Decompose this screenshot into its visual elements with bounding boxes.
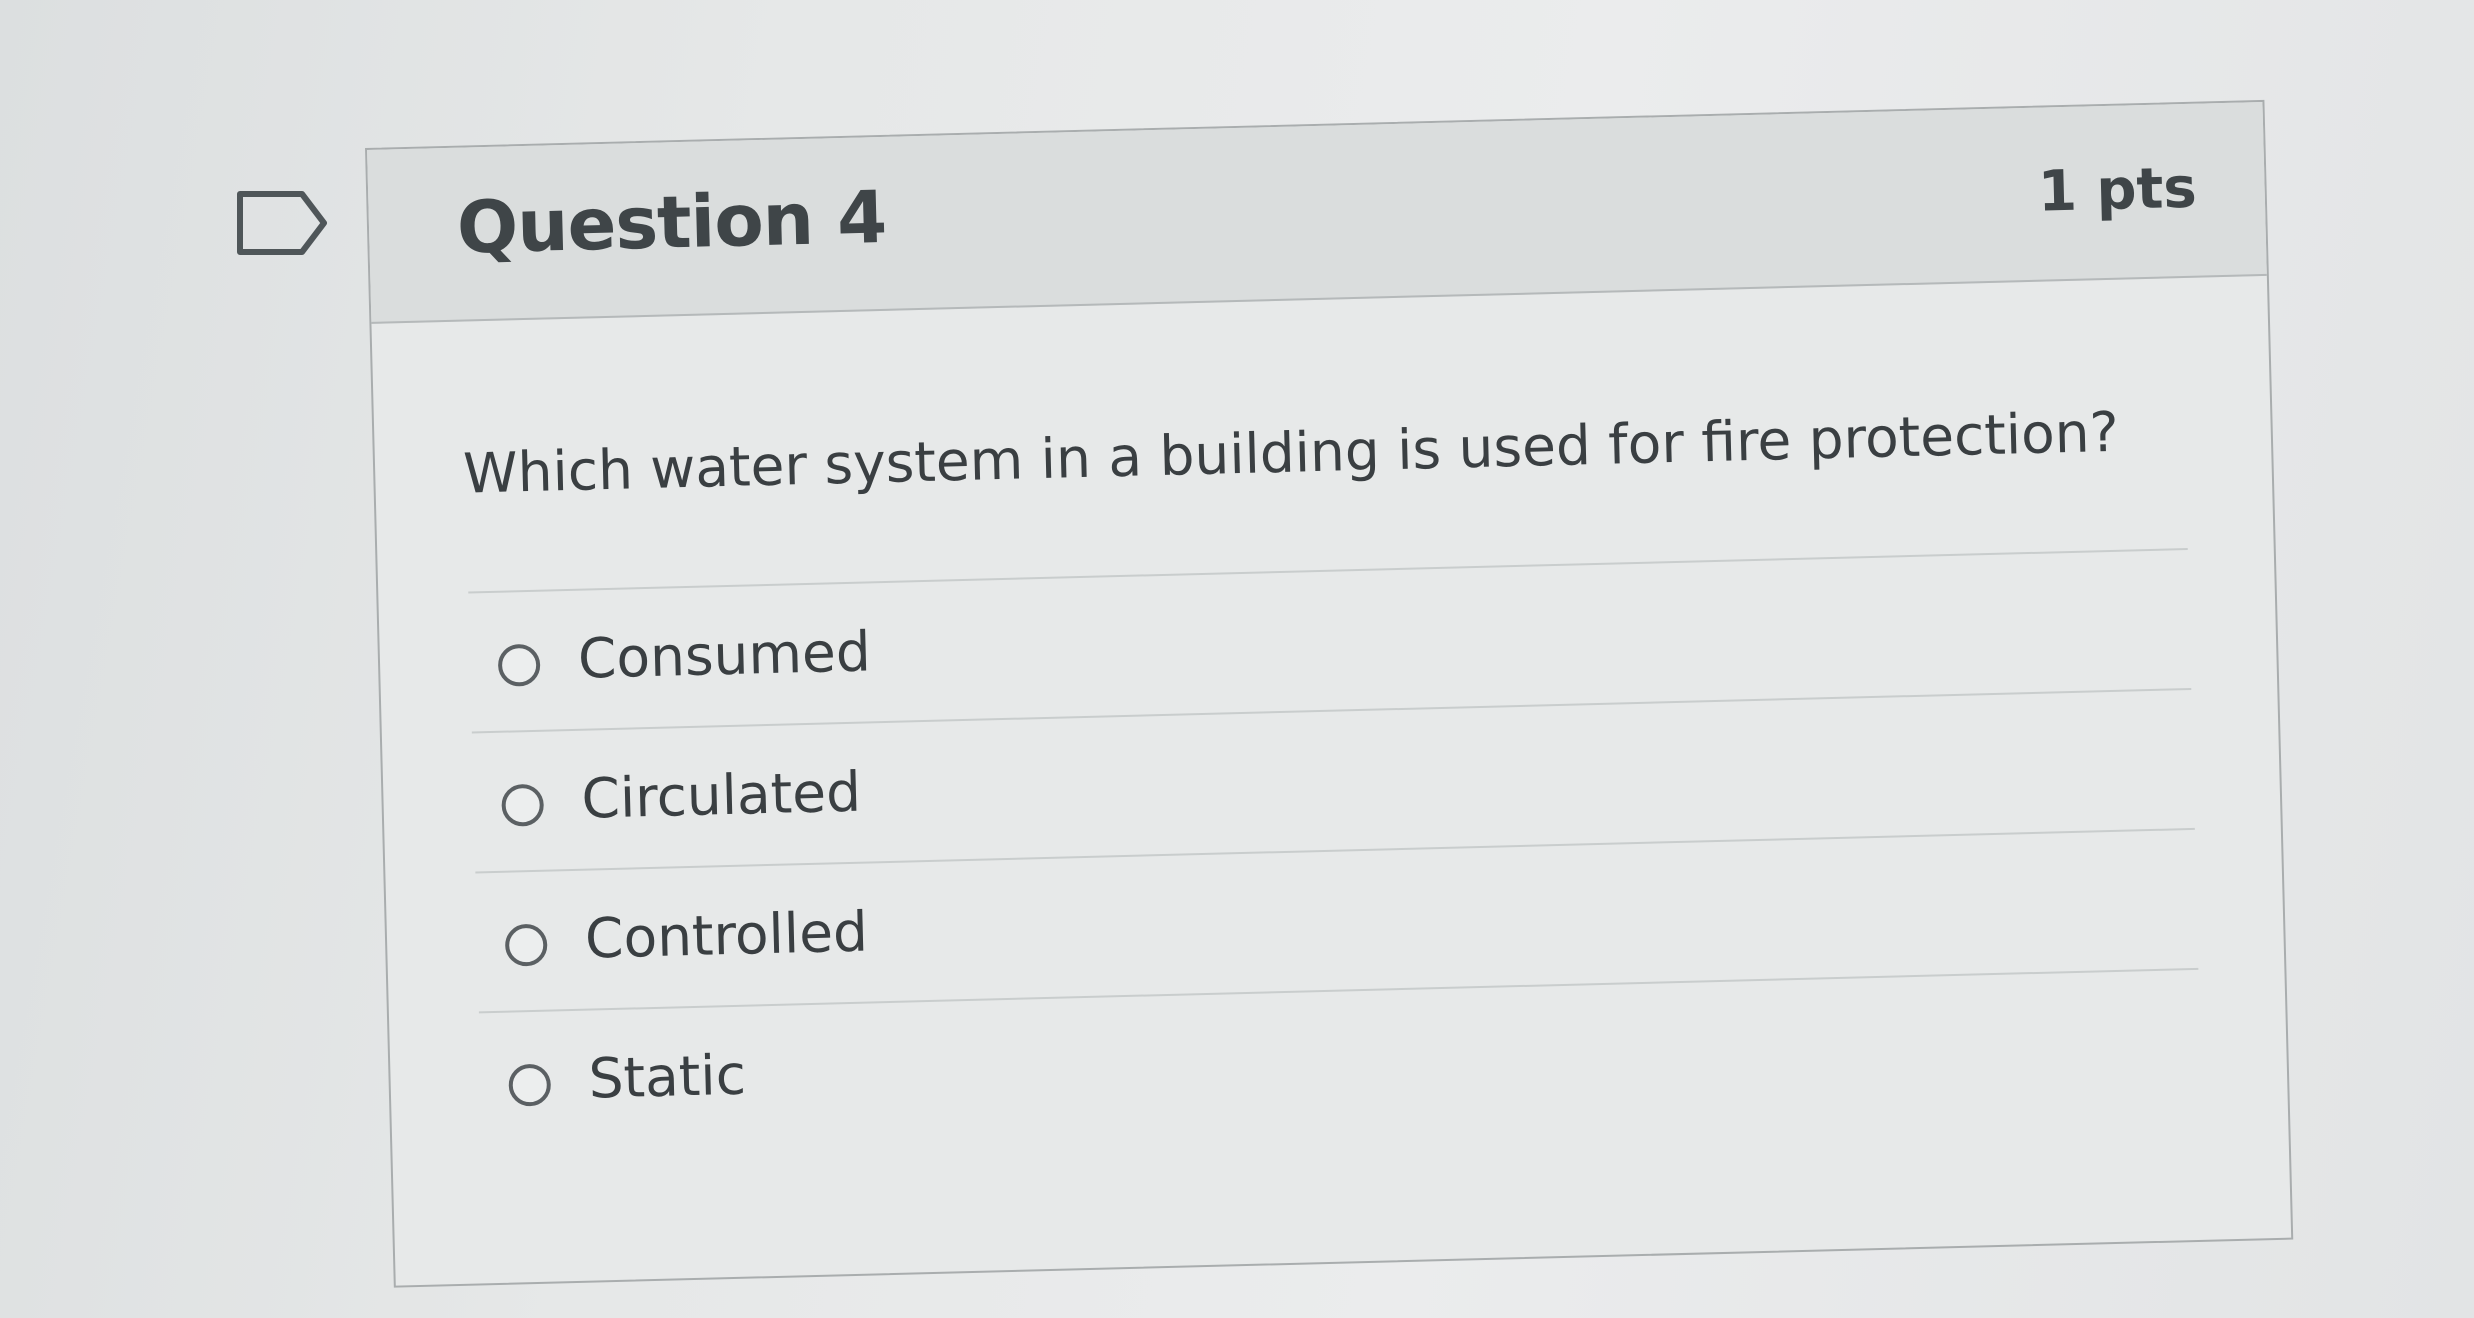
radio-button[interactable] xyxy=(504,923,548,967)
question-card: Question 4 1 pts Which water system in a… xyxy=(365,99,2294,1288)
question-points: 1 pts xyxy=(2037,155,2198,225)
radio-button[interactable] xyxy=(497,643,541,687)
answer-label[interactable]: Circulated xyxy=(581,760,862,831)
radio-button[interactable] xyxy=(501,783,545,827)
question-text: Which water system in a building is used… xyxy=(462,399,2120,506)
screen: Question 4 1 pts Which water system in a… xyxy=(0,0,2474,1318)
answer-label[interactable]: Consumed xyxy=(577,619,871,690)
flag-question-icon[interactable] xyxy=(236,190,330,256)
answer-list: Consumed Circulated Controlled Static xyxy=(468,548,2202,1152)
answer-label[interactable]: Static xyxy=(588,1043,747,1111)
question-title: Question 4 xyxy=(455,174,888,270)
question-header: Question 4 1 pts xyxy=(367,101,2267,324)
radio-button[interactable] xyxy=(508,1063,552,1107)
answer-label[interactable]: Controlled xyxy=(584,900,868,971)
